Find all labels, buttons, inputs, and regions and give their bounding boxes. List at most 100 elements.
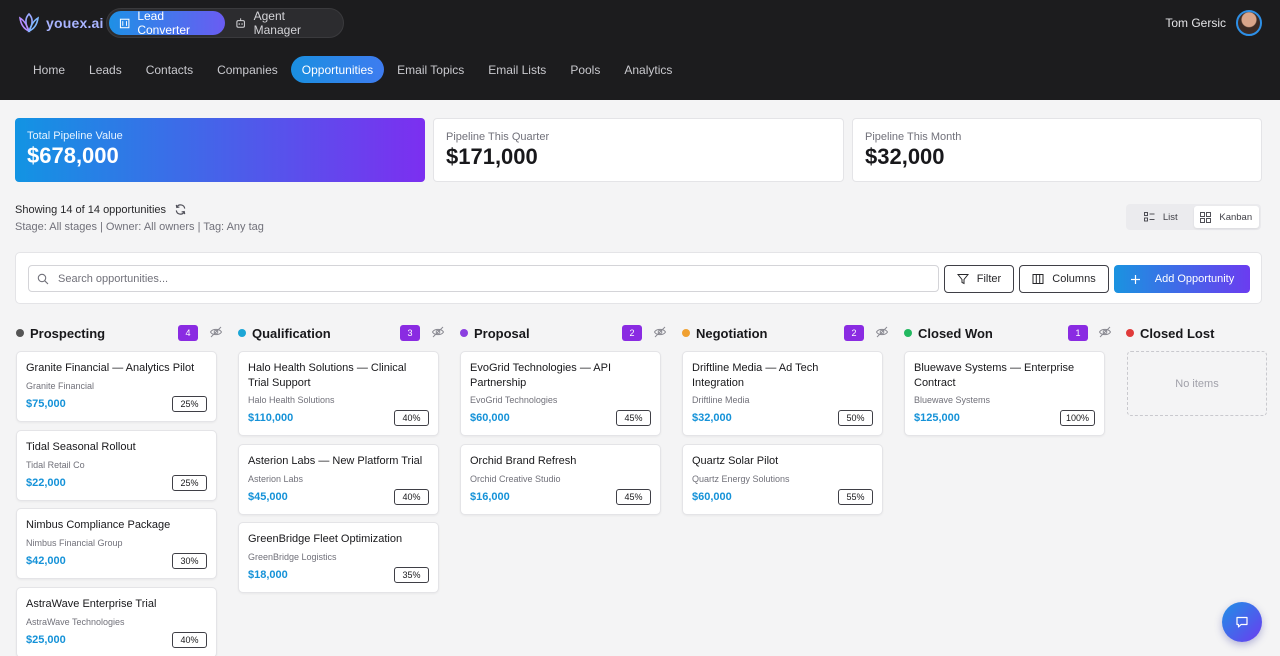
stage-dot (1126, 329, 1134, 337)
opportunity-card[interactable]: Bluewave Systems — Enterprise Contract B… (904, 351, 1105, 436)
probability-badge: 35% (394, 566, 429, 583)
stat-pipeline-month: Pipeline This Month $32,000 (852, 118, 1262, 182)
column-count-badge: 3 (400, 325, 420, 341)
probability-badge: 40% (394, 410, 429, 426)
chat-button[interactable] (1222, 602, 1262, 642)
opportunity-card[interactable]: EvoGrid Technologies — API Partnership E… (460, 351, 661, 436)
app-agent-manager[interactable]: Agent Manager (225, 9, 341, 37)
filter-button[interactable]: Filter (944, 265, 1014, 293)
filter-label: Filter (976, 273, 1002, 285)
add-opportunity-button[interactable]: Add Opportunity (1114, 265, 1250, 293)
column-count-badge: 1 (1068, 325, 1088, 341)
nav-email-lists[interactable]: Email Lists (477, 56, 557, 83)
columns-icon (1032, 274, 1044, 284)
card-title: Halo Health Solutions — Clinical Trial S… (248, 362, 407, 389)
grid-icon (1200, 211, 1212, 223)
column-count-badge: 4 (178, 325, 198, 341)
opportunity-card[interactable]: GreenBridge Fleet Optimization GreenBrid… (238, 522, 439, 593)
card-amount: $18,000 (248, 568, 288, 581)
plus-icon (1130, 274, 1140, 284)
avatar[interactable] (1236, 10, 1262, 36)
card-amount: $42,000 (26, 554, 66, 567)
eye-off-icon[interactable] (653, 325, 667, 339)
card-company: Nimbus Financial Group (26, 537, 123, 548)
opportunity-card[interactable]: Granite Financial — Analytics Pilot Gran… (16, 351, 217, 422)
user-menu[interactable]: Tom Gersic (1165, 10, 1262, 36)
view-toggle: List Kanban (1126, 204, 1261, 230)
card-amount: $75,000 (26, 397, 66, 410)
opportunity-card[interactable]: AstraWave Enterprise Trial AstraWave Tec… (16, 587, 217, 656)
nav-email-topics[interactable]: Email Topics (386, 56, 475, 83)
probability-badge: 45% (616, 410, 651, 426)
refresh-icon[interactable] (174, 203, 187, 216)
app-switcher: Lead Converter Agent Manager (106, 8, 344, 38)
brand-logo[interactable]: youex.ai (16, 10, 104, 36)
app-lead-converter[interactable]: Lead Converter (109, 9, 226, 37)
stat-label: Pipeline This Month (865, 131, 962, 143)
nav-contacts[interactable]: Contacts (135, 56, 204, 83)
search-box (28, 265, 939, 292)
opportunity-card[interactable]: Tidal Seasonal Rollout Tidal Retail Co $… (16, 430, 217, 501)
building-icon (119, 18, 130, 29)
opportunity-card[interactable]: Halo Health Solutions — Clinical Trial S… (238, 351, 439, 436)
column-header-closed-lost: Closed Lost (1126, 324, 1214, 342)
card-company: GreenBridge Logistics (248, 551, 337, 562)
column-header-proposal: Proposal (460, 324, 530, 342)
opportunity-card[interactable]: Quartz Solar Pilot Quartz Energy Solutio… (682, 444, 883, 515)
column-header-negotiation: Negotiation (682, 324, 768, 342)
eye-off-icon[interactable] (875, 325, 889, 339)
stat-total-pipeline: Total Pipeline Value $678,000 (15, 118, 425, 182)
card-title: Granite Financial — Analytics Pilot (26, 362, 195, 374)
card-company: EvoGrid Technologies (470, 395, 558, 405)
stage-dot (16, 329, 24, 337)
column-count-badge: 2 (844, 325, 864, 341)
card-company: AstraWave Technologies (26, 616, 125, 627)
opportunity-card[interactable]: Nimbus Compliance Package Nimbus Financi… (16, 508, 217, 579)
stat-value: $171,000 (446, 144, 538, 169)
stat-pipeline-quarter: Pipeline This Quarter $171,000 (433, 118, 844, 182)
nav-leads[interactable]: Leads (78, 56, 133, 83)
tulip-logo-icon (18, 12, 40, 33)
card-amount: $45,000 (248, 490, 288, 503)
stat-label: Pipeline This Quarter (446, 131, 550, 143)
nav-pools[interactable]: Pools (559, 56, 611, 83)
nav-companies[interactable]: Companies (206, 56, 289, 83)
eye-off-icon[interactable] (209, 325, 223, 339)
card-company: Driftline Media (692, 395, 750, 405)
empty-column-placeholder: No items (1127, 351, 1267, 416)
view-list-button[interactable]: List (1128, 206, 1194, 228)
view-kanban-label: Kanban (1219, 211, 1253, 223)
search-icon (37, 273, 49, 284)
app-agent-manager-label: Agent Manager (253, 9, 301, 37)
card-amount: $25,000 (26, 633, 66, 646)
column-title: Proposal (474, 325, 530, 341)
eye-off-icon[interactable] (1098, 325, 1112, 339)
column-title: Qualification (252, 325, 331, 341)
stage-dot (460, 329, 468, 337)
card-amount: $110,000 (248, 412, 294, 424)
column-header-qualification: Qualification (238, 324, 331, 342)
columns-button[interactable]: Columns (1019, 265, 1109, 293)
opportunity-card[interactable]: Asterion Labs — New Platform Trial Aster… (238, 444, 439, 515)
card-company: Asterion Labs (248, 473, 304, 484)
view-kanban-button[interactable]: Kanban (1193, 206, 1259, 228)
card-title: Asterion Labs — New Platform Trial (248, 455, 423, 467)
card-title: GreenBridge Fleet Optimization (248, 533, 403, 545)
nav-home[interactable]: Home (22, 56, 76, 83)
column-header-prospecting: Prospecting (16, 324, 105, 342)
nav-opportunities[interactable]: Opportunities (290, 56, 385, 83)
stat-value: $678,000 (27, 143, 119, 168)
search-input[interactable] (58, 272, 938, 285)
probability-badge: 25% (172, 474, 207, 491)
filter-icon (956, 274, 969, 285)
chat-icon (1236, 616, 1248, 628)
eye-off-icon[interactable] (431, 325, 445, 339)
probability-badge: 55% (838, 488, 873, 505)
probability-badge: 40% (172, 631, 207, 648)
opportunity-card[interactable]: Driftline Media — Ad Tech Integration Dr… (682, 351, 883, 436)
opportunity-card[interactable]: Orchid Brand Refresh Orchid Creative Stu… (460, 444, 661, 515)
column-title: Closed Won (918, 325, 993, 341)
nav-analytics[interactable]: Analytics (613, 56, 683, 83)
stage-dot (238, 329, 246, 337)
column-count-badge: 2 (622, 325, 642, 341)
